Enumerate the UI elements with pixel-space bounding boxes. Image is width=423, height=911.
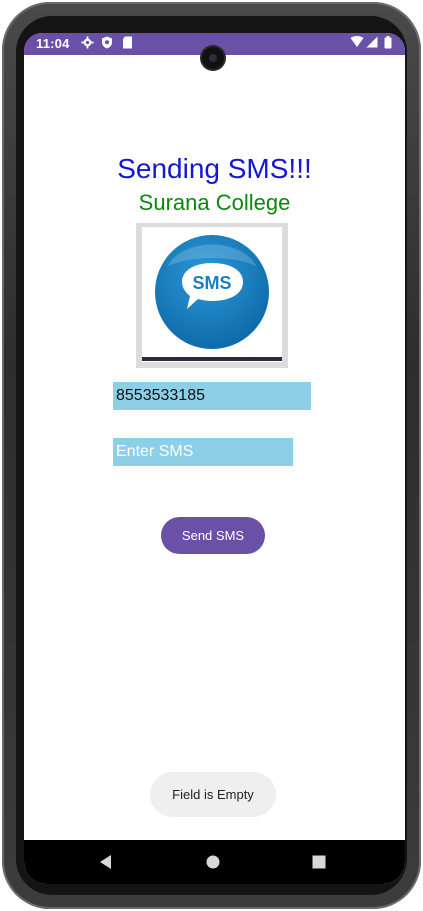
page-subtitle: Surana College [138,190,291,215]
sms-logo-image: SMS [136,223,288,368]
send-sms-button[interactable]: Send SMS [161,517,265,554]
page-title: Sending SMS!!! [117,153,312,184]
wifi-icon [350,36,364,50]
screen: 11:04 Sending SMS!!! Surana College SMS … [24,33,405,884]
phone-number-input[interactable] [113,382,311,410]
navigation-bar [24,840,405,884]
signal-icon [365,36,379,50]
home-icon[interactable] [203,852,223,872]
sms-logo-text: SMS [192,273,231,293]
back-icon[interactable] [96,852,116,872]
front-camera [202,47,224,69]
sms-message-input[interactable] [113,438,293,466]
sms-logo-icon: SMS [155,235,269,349]
recents-icon[interactable] [309,852,329,872]
status-time: 11:04 [36,36,70,51]
sd-card-icon [120,36,134,50]
toast-message: Field is Empty [150,772,276,817]
logo-bottom-strip [142,357,282,361]
settings-icon [80,36,94,50]
shield-icon [100,36,114,50]
sms-logo-background: SMS [142,227,282,362]
battery-icon [381,36,395,50]
